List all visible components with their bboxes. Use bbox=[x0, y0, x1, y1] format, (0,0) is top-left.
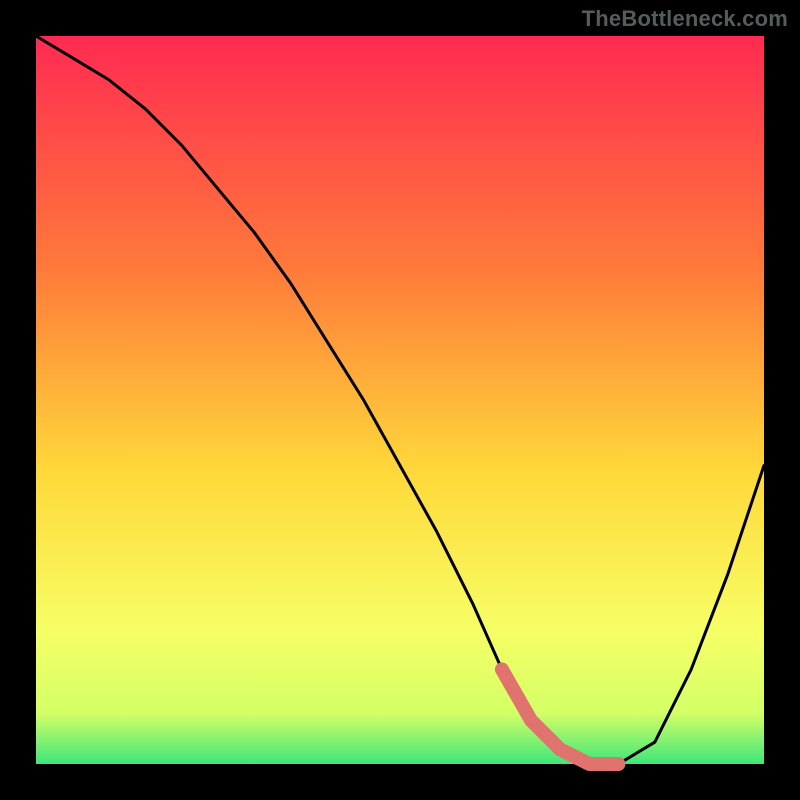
chart-container: TheBottleneck.com bbox=[0, 0, 800, 800]
plot-area bbox=[36, 36, 764, 764]
chart-svg bbox=[0, 0, 800, 800]
watermark-text: TheBottleneck.com bbox=[582, 6, 788, 32]
